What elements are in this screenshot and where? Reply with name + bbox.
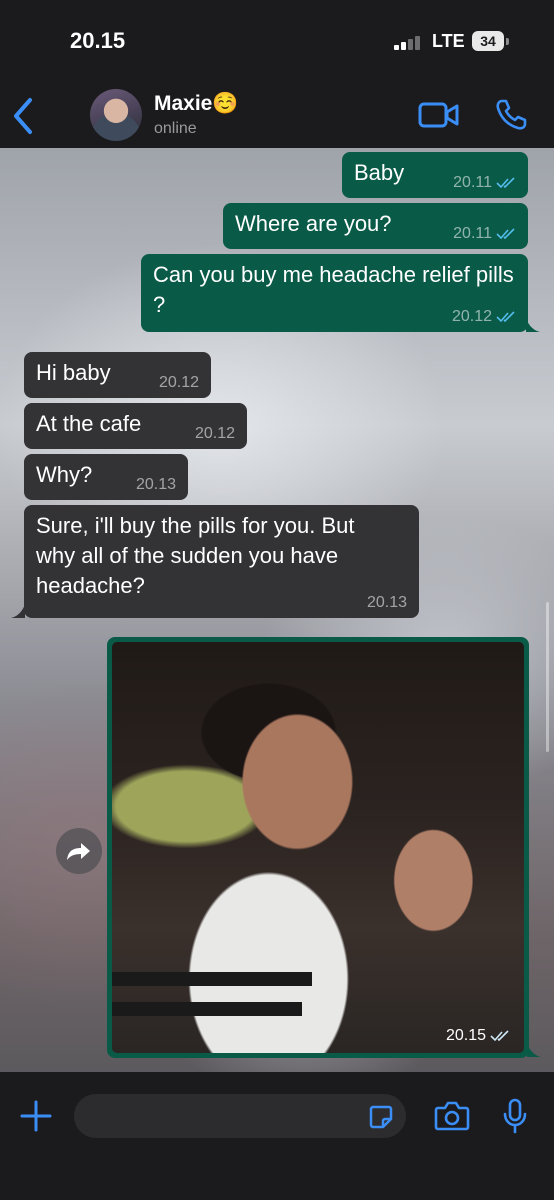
double-check-icon xyxy=(496,228,515,240)
contact-status: online xyxy=(154,120,197,137)
sticker-icon[interactable] xyxy=(368,1104,394,1130)
message-bubble-incoming[interactable]: At the cafe 20.12 xyxy=(24,403,247,449)
message-time: 20.13 xyxy=(135,476,176,493)
message-text: Baby xyxy=(354,160,405,185)
forward-icon xyxy=(67,843,90,860)
photo-detail xyxy=(112,1002,302,1016)
message-text: At the cafe xyxy=(36,411,142,436)
bubble-tail xyxy=(527,1043,541,1057)
forward-button[interactable] xyxy=(56,828,102,874)
double-check-icon xyxy=(490,1030,509,1042)
network-type: LTE xyxy=(432,31,465,51)
bubble-tail xyxy=(11,604,25,618)
photo-detail xyxy=(112,972,312,986)
message-time: 20.15 xyxy=(446,1027,510,1045)
avatar[interactable] xyxy=(90,89,142,141)
double-check-icon xyxy=(496,177,515,189)
signal-icon xyxy=(394,36,428,50)
camera-icon[interactable] xyxy=(434,1100,470,1132)
message-text: Where are you? xyxy=(235,211,392,236)
message-time: 20.12 xyxy=(158,374,199,391)
message-time: 20.12 xyxy=(452,308,516,326)
message-bubble-outgoing[interactable]: Where are you? 20.11 xyxy=(223,203,528,249)
back-chevron-icon[interactable] xyxy=(8,94,38,138)
message-text: Hi baby xyxy=(36,360,111,385)
message-bubble-incoming[interactable]: Why? 20.13 xyxy=(24,454,188,500)
double-check-icon xyxy=(496,311,515,323)
message-time: 20.12 xyxy=(194,425,235,442)
message-input[interactable] xyxy=(74,1094,406,1138)
message-text: Sure, i'll buy the pills for you. But wh… xyxy=(36,513,355,598)
microphone-icon[interactable] xyxy=(502,1098,528,1134)
bubble-tail xyxy=(526,318,540,332)
plus-icon[interactable] xyxy=(20,1100,52,1132)
contact-name[interactable]: Maxie☺️ xyxy=(154,92,239,116)
message-time: 20.13 xyxy=(366,594,407,611)
video-call-icon[interactable] xyxy=(418,100,460,130)
battery-icon: 34 xyxy=(472,31,504,51)
message-bubble-outgoing[interactable]: Can you buy me headache relief pills ? 2… xyxy=(141,254,528,332)
message-bubble-incoming[interactable]: Sure, i'll buy the pills for you. But wh… xyxy=(24,505,419,618)
battery-tip xyxy=(506,38,509,45)
scroll-indicator[interactable] xyxy=(546,602,549,752)
message-time: 20.11 xyxy=(453,225,516,243)
top-bar: 20.15 LTE 34 Maxie☺️ online xyxy=(0,0,554,148)
message-time: 20.11 xyxy=(453,174,516,192)
photo-message[interactable]: 20.15 xyxy=(107,637,529,1058)
photo-image[interactable]: 20.15 xyxy=(112,642,524,1053)
message-bubble-incoming[interactable]: Hi baby 20.12 xyxy=(24,352,211,398)
message-text: Why? xyxy=(36,462,93,487)
phone-icon[interactable] xyxy=(494,98,528,132)
message-bubble-outgoing[interactable]: Baby 20.11 xyxy=(342,152,528,198)
status-time: 20.15 xyxy=(70,28,126,53)
